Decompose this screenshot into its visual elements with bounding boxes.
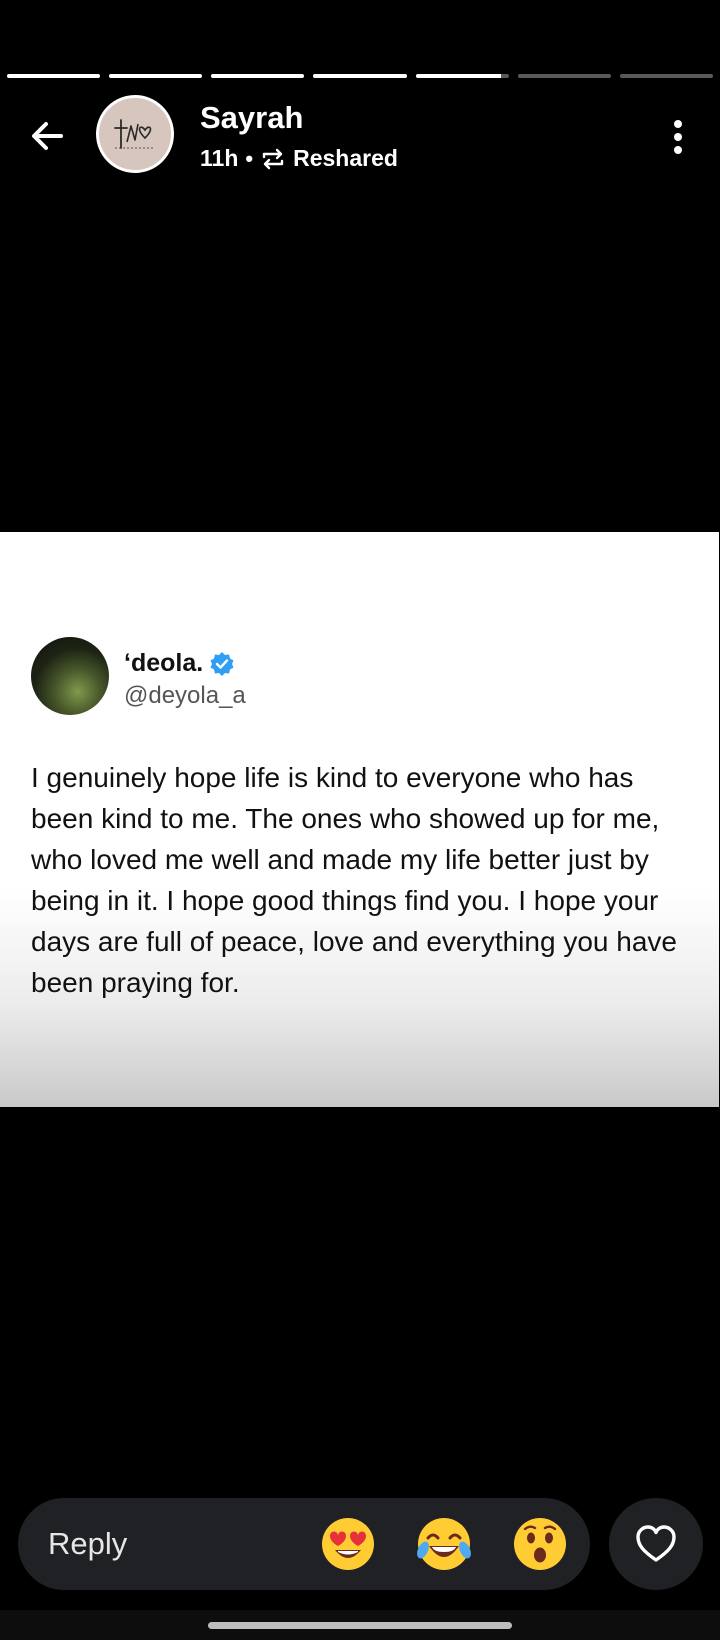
progress-fill (211, 74, 305, 78)
reply-input[interactable]: Reply (48, 1526, 320, 1562)
author-name-row: ‘deola. (124, 649, 235, 678)
progress-fill (109, 74, 203, 78)
heart-outline-icon (636, 1525, 676, 1562)
shared-post: ‘deola. @deyola_a I genuinely hope life … (0, 532, 719, 1107)
author-name: ‘deola. (124, 649, 204, 677)
progress-segment (415, 74, 509, 78)
more-vertical-icon (674, 120, 682, 128)
more-options-button[interactable] (658, 113, 698, 161)
logo-monogram-icon (114, 119, 155, 149)
progress-fill (313, 74, 407, 78)
laughing-tears-emoji[interactable] (416, 1516, 472, 1572)
progress-segment (7, 74, 101, 78)
author-avatar (31, 637, 109, 715)
progress-segment (619, 74, 713, 78)
back-button[interactable] (24, 113, 70, 159)
author-handle: @deyola_a (124, 682, 246, 709)
user-name[interactable]: Sayrah (200, 100, 303, 136)
story-meta: 11h • Reshared (200, 145, 398, 172)
reply-bar: Reply (18, 1498, 590, 1590)
timestamp: 11h (200, 145, 239, 171)
avatar[interactable] (96, 95, 174, 173)
repost-icon (262, 148, 284, 169)
story-progress (7, 74, 713, 78)
progress-fill (7, 74, 101, 78)
progress-segment (109, 74, 203, 78)
more-dot (674, 146, 682, 154)
post-text: I genuinely hope life is kind to everyon… (31, 762, 677, 998)
arrow-left-icon (32, 122, 63, 150)
story-header: Sayrah 11h • Reshared (0, 95, 720, 177)
progress-segment (211, 74, 305, 78)
progress-segment (517, 74, 611, 78)
home-indicator[interactable] (208, 1622, 512, 1629)
progress-fill (415, 74, 502, 78)
reshared-label: Reshared (293, 145, 398, 171)
surprised-emoji[interactable] (512, 1516, 568, 1572)
like-button[interactable] (609, 1498, 703, 1590)
heart-eyes-emoji[interactable] (320, 1516, 376, 1572)
separator: • (245, 145, 254, 171)
more-dot (674, 133, 682, 141)
progress-segment (313, 74, 407, 78)
verified-badge-icon (210, 651, 234, 676)
